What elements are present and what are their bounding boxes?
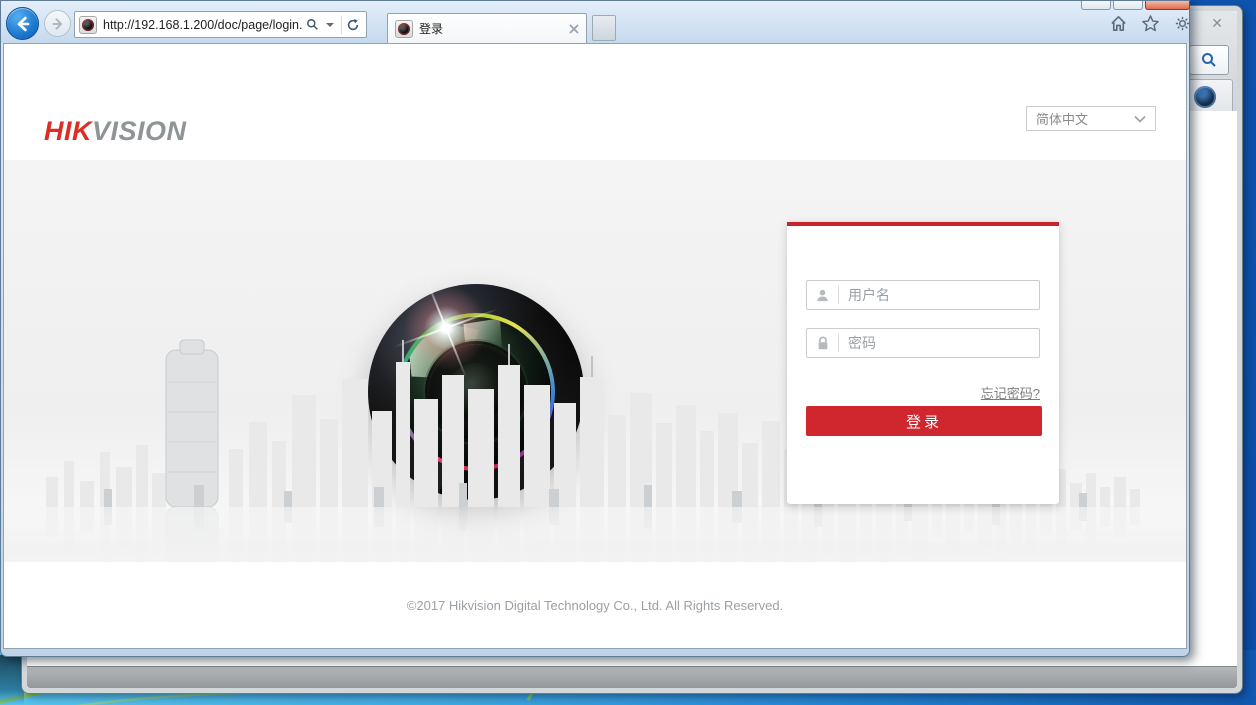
tab-close-icon[interactable] bbox=[569, 24, 579, 34]
home-icon[interactable] bbox=[1109, 14, 1128, 33]
address-bar[interactable]: http://192.168.1.200/doc/page/login.as bbox=[74, 11, 367, 38]
logo-hik: HIK bbox=[44, 116, 92, 146]
address-bar-divider bbox=[341, 16, 342, 34]
camera-favicon bbox=[79, 16, 97, 34]
copyright-footer: ©2017 Hikvision Digital Technology Co., … bbox=[4, 598, 1186, 613]
new-tab-button[interactable] bbox=[592, 15, 616, 41]
stop-icon[interactable]: ✕ bbox=[1211, 15, 1223, 32]
background-window-bottom-frame bbox=[27, 666, 1237, 688]
magnifier-icon bbox=[1201, 52, 1217, 68]
username-field[interactable] bbox=[806, 280, 1040, 310]
desktop-shadow bbox=[0, 655, 24, 705]
close-button[interactable] bbox=[1145, 1, 1190, 10]
password-input[interactable] bbox=[839, 335, 1039, 351]
forward-button[interactable] bbox=[44, 10, 71, 37]
minimize-button[interactable] bbox=[1081, 1, 1111, 10]
username-input[interactable] bbox=[839, 287, 1039, 303]
browser-chrome: http://192.168.1.200/doc/page/login.as bbox=[1, 1, 1189, 43]
arrow-left-icon bbox=[14, 15, 32, 33]
browser-tab-login[interactable]: 登录 bbox=[387, 13, 587, 43]
login-panel: 忘记密码? 登录 bbox=[787, 222, 1059, 504]
back-button[interactable] bbox=[6, 7, 39, 40]
chevron-down-icon bbox=[1134, 115, 1146, 123]
screen: ✕ ht bbox=[0, 0, 1256, 705]
favorites-star-icon[interactable] bbox=[1141, 14, 1160, 33]
forgot-password-link[interactable]: 忘记密码? bbox=[981, 383, 1040, 402]
login-panel-accent-bar bbox=[787, 222, 1059, 226]
tab-title: 登录 bbox=[419, 20, 563, 37]
page-viewport: HIKVISION 简体中文 bbox=[3, 43, 1187, 649]
maximize-button[interactable] bbox=[1113, 1, 1143, 10]
round-lens-favicon bbox=[1194, 86, 1216, 108]
browser-toolbar bbox=[1109, 14, 1192, 33]
browser-window: http://192.168.1.200/doc/page/login.as bbox=[0, 0, 1190, 657]
url-text[interactable]: http://192.168.1.200/doc/page/login.as bbox=[97, 18, 303, 32]
search-button[interactable] bbox=[1189, 45, 1229, 75]
hikvision-logo: HIKVISION bbox=[44, 116, 187, 147]
tools-gear-icon[interactable] bbox=[1173, 14, 1192, 33]
page-header: HIKVISION 简体中文 bbox=[4, 44, 1186, 160]
background-window-tab[interactable] bbox=[1187, 79, 1233, 113]
search-options-chevron-icon[interactable] bbox=[321, 13, 339, 37]
logo-vision: VISION bbox=[92, 116, 187, 146]
camera-favicon bbox=[395, 20, 413, 38]
refresh-icon[interactable] bbox=[344, 13, 362, 37]
language-selected: 简体中文 bbox=[1036, 109, 1088, 128]
language-select[interactable]: 简体中文 bbox=[1026, 106, 1156, 131]
person-icon bbox=[807, 288, 838, 303]
search-icon[interactable] bbox=[303, 13, 321, 37]
login-button[interactable]: 登录 bbox=[806, 406, 1042, 436]
padlock-icon bbox=[807, 336, 838, 351]
arrow-right-icon bbox=[51, 17, 65, 31]
password-field[interactable] bbox=[806, 328, 1040, 358]
